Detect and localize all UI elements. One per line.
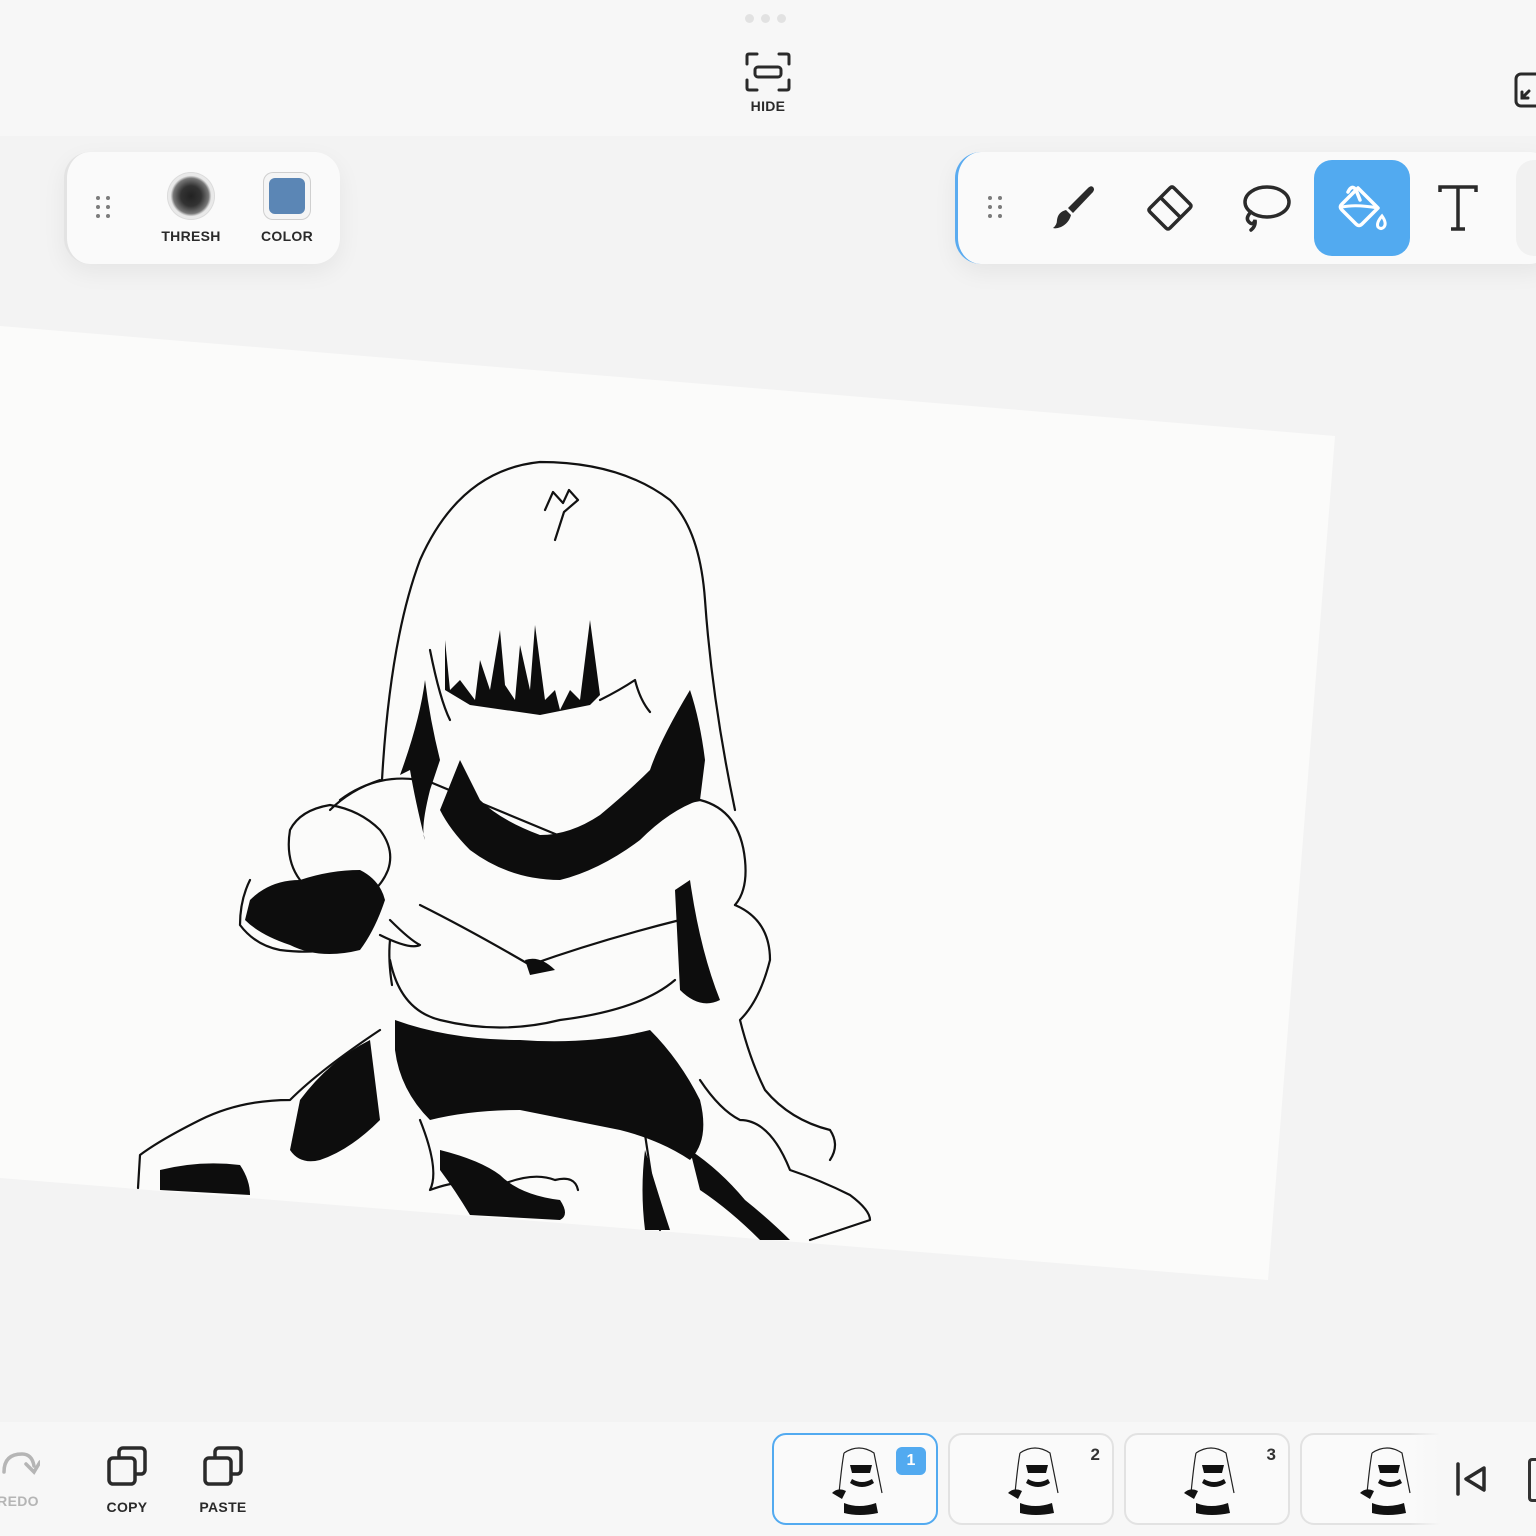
frame-thumbnail[interactable]: 2 <box>948 1433 1114 1525</box>
text-tool[interactable] <box>1410 160 1506 256</box>
drawing-canvas[interactable] <box>0 280 1536 1410</box>
threshold-label: THRESH <box>161 228 221 244</box>
more-handle-icon[interactable] <box>745 14 786 23</box>
tools-overflow[interactable] <box>1516 160 1536 256</box>
drag-handle-icon[interactable] <box>988 196 1002 218</box>
drag-handle-icon[interactable] <box>96 196 110 218</box>
frame-thumbnail[interactable]: 3 <box>1124 1433 1290 1525</box>
threshold-control[interactable]: THRESH <box>151 172 231 244</box>
frame-number: 2 <box>1090 1445 1100 1464</box>
copy-button[interactable]: COPY <box>82 1446 172 1515</box>
text-icon <box>1438 185 1478 231</box>
redo-label: REDO <box>0 1493 39 1509</box>
eraser-icon <box>1147 185 1193 231</box>
paste-icon <box>203 1446 243 1486</box>
frames-fade <box>1410 1426 1440 1532</box>
frame-thumbnail[interactable]: 1 <box>772 1433 938 1525</box>
copy-icon <box>107 1446 147 1486</box>
hide-label: HIDE <box>750 98 786 114</box>
frame-preview <box>1184 1447 1235 1515</box>
paint-bucket-icon <box>1338 185 1387 230</box>
first-frame-button[interactable] <box>1452 1458 1492 1500</box>
redo-icon <box>2 1452 42 1475</box>
eraser-tool[interactable] <box>1122 160 1218 256</box>
frame-number: 1 <box>896 1447 926 1475</box>
frame-number: 3 <box>1266 1445 1276 1464</box>
skip-to-start-icon <box>1456 1462 1486 1496</box>
brush-icon <box>1053 186 1094 229</box>
artwork[interactable] <box>0 280 1536 1410</box>
paste-button[interactable]: PASTE <box>178 1446 268 1515</box>
lasso-tool[interactable] <box>1218 160 1314 256</box>
threshold-swatch <box>167 172 215 220</box>
fill-tool[interactable] <box>1314 160 1410 256</box>
lasso-icon <box>1243 185 1291 232</box>
color-swatch <box>263 172 311 220</box>
brush-tool[interactable] <box>1026 160 1122 256</box>
redo-button[interactable]: REDO <box>0 1446 63 1509</box>
copy-label: COPY <box>106 1499 148 1515</box>
paste-label: PASTE <box>199 1499 247 1515</box>
top-bar: HIDE <box>0 0 1536 136</box>
color-control[interactable]: COLOR <box>247 172 327 244</box>
focus-frame-icon <box>745 52 791 92</box>
shrink-window-icon[interactable] <box>1512 70 1536 110</box>
frame-preview <box>1008 1447 1059 1515</box>
play-button-partial[interactable] <box>1528 1458 1536 1502</box>
hide-button[interactable]: HIDE <box>728 52 808 126</box>
fill-options-panel: THRESH COLOR <box>64 152 340 264</box>
frame-preview <box>832 1447 883 1515</box>
color-label: COLOR <box>260 228 314 244</box>
